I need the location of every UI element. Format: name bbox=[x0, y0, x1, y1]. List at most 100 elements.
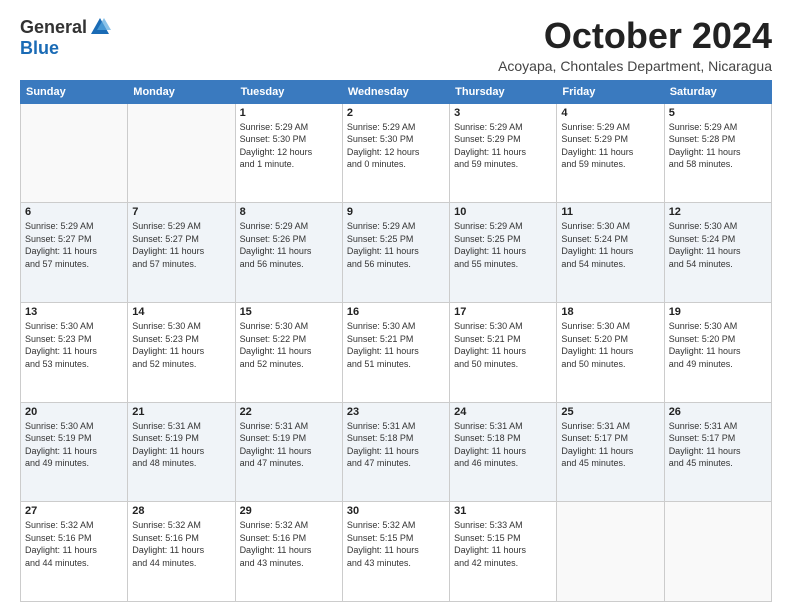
day-cell: 10 Sunrise: 5:29 AM Sunset: 5:25 PM Dayli… bbox=[450, 203, 557, 303]
subtitle: Acoyapa, Chontales Department, Nicaragua bbox=[498, 58, 772, 74]
col-monday: Monday bbox=[128, 80, 235, 103]
week-row-4: 20 Sunrise: 5:30 AM Sunset: 5:19 PM Dayli… bbox=[21, 402, 772, 502]
day-info: Sunrise: 5:33 AM Sunset: 5:15 PM Dayligh… bbox=[454, 519, 552, 569]
day-number: 9 bbox=[347, 206, 445, 218]
week-row-5: 27 Sunrise: 5:32 AM Sunset: 5:16 PM Dayli… bbox=[21, 502, 772, 602]
day-number: 22 bbox=[240, 406, 338, 418]
day-cell: 22 Sunrise: 5:31 AM Sunset: 5:19 PM Dayli… bbox=[235, 402, 342, 502]
day-cell: 28Sunrise: 5:32 AM Sunset: 5:16 PM Dayli… bbox=[128, 502, 235, 602]
day-info: Sunrise: 5:29 AM Sunset: 5:26 PM Dayligh… bbox=[240, 220, 338, 270]
day-number: 25 bbox=[561, 406, 659, 418]
day-cell: 20 Sunrise: 5:30 AM Sunset: 5:19 PM Dayli… bbox=[21, 402, 128, 502]
day-cell: 21 Sunrise: 5:31 AM Sunset: 5:19 PM Dayli… bbox=[128, 402, 235, 502]
header-row: Sunday Monday Tuesday Wednesday Thursday… bbox=[21, 80, 772, 103]
logo-icon bbox=[89, 16, 111, 38]
day-cell: 31 Sunrise: 5:33 AM Sunset: 5:15 PM Dayli… bbox=[450, 502, 557, 602]
day-info: Sunrise: 5:30 AM Sunset: 5:24 PM Dayligh… bbox=[669, 220, 767, 270]
day-cell: 14Sunrise: 5:30 AM Sunset: 5:23 PM Dayli… bbox=[128, 302, 235, 402]
day-number: 23 bbox=[347, 406, 445, 418]
day-number: 30 bbox=[347, 505, 445, 517]
day-info: Sunrise: 5:31 AM Sunset: 5:19 PM Dayligh… bbox=[132, 420, 230, 470]
month-title: October 2024 bbox=[498, 16, 772, 56]
col-thursday: Thursday bbox=[450, 80, 557, 103]
day-info: Sunrise: 5:29 AM Sunset: 5:30 PM Dayligh… bbox=[347, 121, 445, 171]
day-info: Sunrise: 5:29 AM Sunset: 5:25 PM Dayligh… bbox=[454, 220, 552, 270]
day-number: 14 bbox=[132, 306, 230, 318]
day-cell: 7 Sunrise: 5:29 AM Sunset: 5:27 PM Daylig… bbox=[128, 203, 235, 303]
day-number: 5 bbox=[669, 107, 767, 119]
day-number: 18 bbox=[561, 306, 659, 318]
day-number: 7 bbox=[132, 206, 230, 218]
day-info: Sunrise: 5:29 AM Sunset: 5:29 PM Dayligh… bbox=[454, 121, 552, 171]
day-number: 3 bbox=[454, 107, 552, 119]
day-info: Sunrise: 5:30 AM Sunset: 5:20 PM Dayligh… bbox=[561, 320, 659, 370]
logo-general: General bbox=[20, 17, 87, 38]
day-cell: 26 Sunrise: 5:31 AM Sunset: 5:17 PM Dayli… bbox=[664, 402, 771, 502]
calendar: Sunday Monday Tuesday Wednesday Thursday… bbox=[20, 80, 772, 602]
day-cell: 2 Sunrise: 5:29 AM Sunset: 5:30 PM Daylig… bbox=[342, 103, 449, 203]
col-friday: Friday bbox=[557, 80, 664, 103]
day-number: 2 bbox=[347, 107, 445, 119]
day-info: Sunrise: 5:31 AM Sunset: 5:17 PM Dayligh… bbox=[669, 420, 767, 470]
day-number: 27 bbox=[25, 505, 123, 517]
day-info: Sunrise: 5:31 AM Sunset: 5:19 PM Dayligh… bbox=[240, 420, 338, 470]
col-wednesday: Wednesday bbox=[342, 80, 449, 103]
day-cell: 3 Sunrise: 5:29 AM Sunset: 5:29 PM Daylig… bbox=[450, 103, 557, 203]
day-cell: 12 Sunrise: 5:30 AM Sunset: 5:24 PM Dayli… bbox=[664, 203, 771, 303]
day-number: 24 bbox=[454, 406, 552, 418]
day-info: Sunrise: 5:30 AM Sunset: 5:19 PM Dayligh… bbox=[25, 420, 123, 470]
day-info: Sunrise: 5:29 AM Sunset: 5:27 PM Dayligh… bbox=[132, 220, 230, 270]
day-info: Sunrise: 5:31 AM Sunset: 5:18 PM Dayligh… bbox=[347, 420, 445, 470]
col-saturday: Saturday bbox=[664, 80, 771, 103]
day-info: Sunrise: 5:30 AM Sunset: 5:24 PM Dayligh… bbox=[561, 220, 659, 270]
day-number: 16 bbox=[347, 306, 445, 318]
day-info: Sunrise: 5:29 AM Sunset: 5:25 PM Dayligh… bbox=[347, 220, 445, 270]
day-cell: 16 Sunrise: 5:30 AM Sunset: 5:21 PM Dayli… bbox=[342, 302, 449, 402]
day-cell: 30 Sunrise: 5:32 AM Sunset: 5:15 PM Dayli… bbox=[342, 502, 449, 602]
header: General Blue October 2024 Acoyapa, Chont… bbox=[20, 16, 772, 74]
day-info: Sunrise: 5:30 AM Sunset: 5:20 PM Dayligh… bbox=[669, 320, 767, 370]
logo: General Blue bbox=[20, 16, 111, 59]
day-cell: 4Sunrise: 5:29 AM Sunset: 5:29 PM Daylig… bbox=[557, 103, 664, 203]
day-number: 13 bbox=[25, 306, 123, 318]
day-number: 4 bbox=[561, 107, 659, 119]
day-cell: 23 Sunrise: 5:31 AM Sunset: 5:18 PM Dayli… bbox=[342, 402, 449, 502]
day-number: 21 bbox=[132, 406, 230, 418]
day-cell: 8 Sunrise: 5:29 AM Sunset: 5:26 PM Daylig… bbox=[235, 203, 342, 303]
page: General Blue October 2024 Acoyapa, Chont… bbox=[0, 0, 792, 612]
day-number: 8 bbox=[240, 206, 338, 218]
day-number: 11 bbox=[561, 206, 659, 218]
day-cell bbox=[664, 502, 771, 602]
day-info: Sunrise: 5:31 AM Sunset: 5:17 PM Dayligh… bbox=[561, 420, 659, 470]
day-number: 20 bbox=[25, 406, 123, 418]
day-cell: 17Sunrise: 5:30 AM Sunset: 5:21 PM Dayli… bbox=[450, 302, 557, 402]
col-sunday: Sunday bbox=[21, 80, 128, 103]
day-cell: 13 Sunrise: 5:30 AM Sunset: 5:23 PM Dayli… bbox=[21, 302, 128, 402]
day-info: Sunrise: 5:32 AM Sunset: 5:16 PM Dayligh… bbox=[240, 519, 338, 569]
day-cell bbox=[21, 103, 128, 203]
day-info: Sunrise: 5:32 AM Sunset: 5:16 PM Dayligh… bbox=[132, 519, 230, 569]
logo-blue: Blue bbox=[20, 38, 59, 58]
day-number: 12 bbox=[669, 206, 767, 218]
day-cell: 11 Sunrise: 5:30 AM Sunset: 5:24 PM Dayli… bbox=[557, 203, 664, 303]
day-number: 29 bbox=[240, 505, 338, 517]
day-number: 31 bbox=[454, 505, 552, 517]
day-cell: 19Sunrise: 5:30 AM Sunset: 5:20 PM Dayli… bbox=[664, 302, 771, 402]
day-info: Sunrise: 5:32 AM Sunset: 5:15 PM Dayligh… bbox=[347, 519, 445, 569]
day-number: 17 bbox=[454, 306, 552, 318]
day-number: 26 bbox=[669, 406, 767, 418]
day-number: 15 bbox=[240, 306, 338, 318]
week-row-1: 1Sunrise: 5:29 AM Sunset: 5:30 PM Daylig… bbox=[21, 103, 772, 203]
day-info: Sunrise: 5:30 AM Sunset: 5:21 PM Dayligh… bbox=[347, 320, 445, 370]
day-info: Sunrise: 5:30 AM Sunset: 5:23 PM Dayligh… bbox=[25, 320, 123, 370]
day-cell: 15Sunrise: 5:30 AM Sunset: 5:22 PM Dayli… bbox=[235, 302, 342, 402]
day-cell: 18 Sunrise: 5:30 AM Sunset: 5:20 PM Dayli… bbox=[557, 302, 664, 402]
week-row-2: 6Sunrise: 5:29 AM Sunset: 5:27 PM Daylig… bbox=[21, 203, 772, 303]
col-tuesday: Tuesday bbox=[235, 80, 342, 103]
day-cell: 1Sunrise: 5:29 AM Sunset: 5:30 PM Daylig… bbox=[235, 103, 342, 203]
day-cell bbox=[128, 103, 235, 203]
day-cell: 24Sunrise: 5:31 AM Sunset: 5:18 PM Dayli… bbox=[450, 402, 557, 502]
day-info: Sunrise: 5:29 AM Sunset: 5:28 PM Dayligh… bbox=[669, 121, 767, 171]
day-number: 10 bbox=[454, 206, 552, 218]
day-cell: 9 Sunrise: 5:29 AM Sunset: 5:25 PM Daylig… bbox=[342, 203, 449, 303]
